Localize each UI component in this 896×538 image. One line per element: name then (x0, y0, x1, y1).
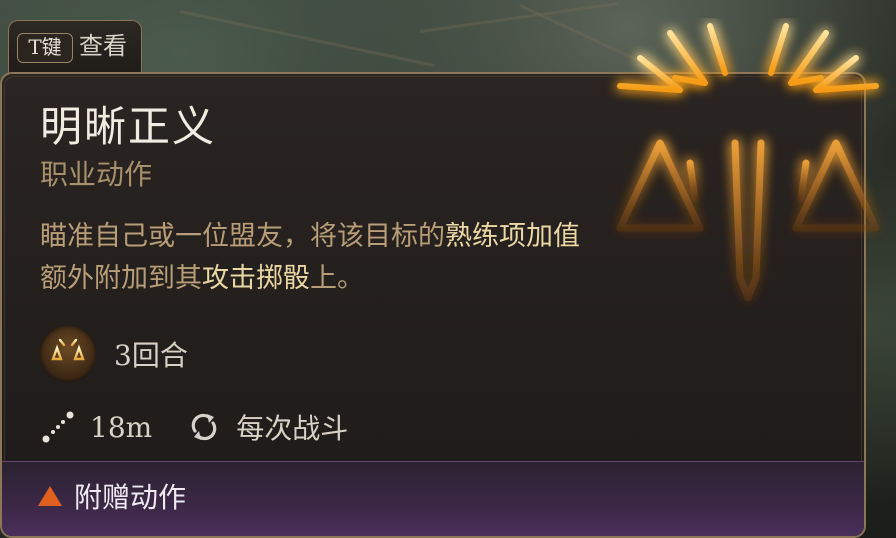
orange-triangle-icon (38, 486, 62, 506)
spell-title: 明晰正义 (40, 102, 217, 151)
range-recharge-row: 18m 每次战斗 (40, 407, 348, 447)
duration-value: 3回合 (114, 339, 188, 372)
duration-row: 3回合 (40, 326, 188, 382)
description-text: 额外附加到其 (40, 263, 202, 294)
keybind-key: T键 (17, 33, 73, 63)
recharge-value: 每次战斗 (236, 412, 349, 445)
description-text: 上。 (310, 263, 364, 294)
background-branch (179, 10, 435, 68)
spell-description: 瞄准自己或一位盟友，将该目标的熟练项加值额外附加到其攻击掷骰上。 (40, 216, 600, 300)
inspect-keybind-tab[interactable]: T键 查看 (8, 20, 142, 74)
recharge-cycle-icon (186, 409, 222, 445)
range-ruler-icon (40, 409, 76, 445)
radiant-scales-emblem-icon (600, 17, 896, 308)
range-value: 18m (90, 410, 153, 444)
action-cost-label: 附赠动作 (74, 481, 187, 514)
keybind-action-label: 查看 (79, 32, 127, 60)
description-keyword: 攻击掷骰 (202, 263, 310, 294)
description-text: 瞄准自己或一位盟友，将该目标的 (40, 221, 445, 252)
description-keyword: 熟练项加值 (445, 221, 580, 252)
spell-type: 职业动作 (40, 158, 153, 191)
scales-medallion-icon (40, 326, 96, 382)
action-cost-bar: 附赠动作 (2, 461, 864, 536)
